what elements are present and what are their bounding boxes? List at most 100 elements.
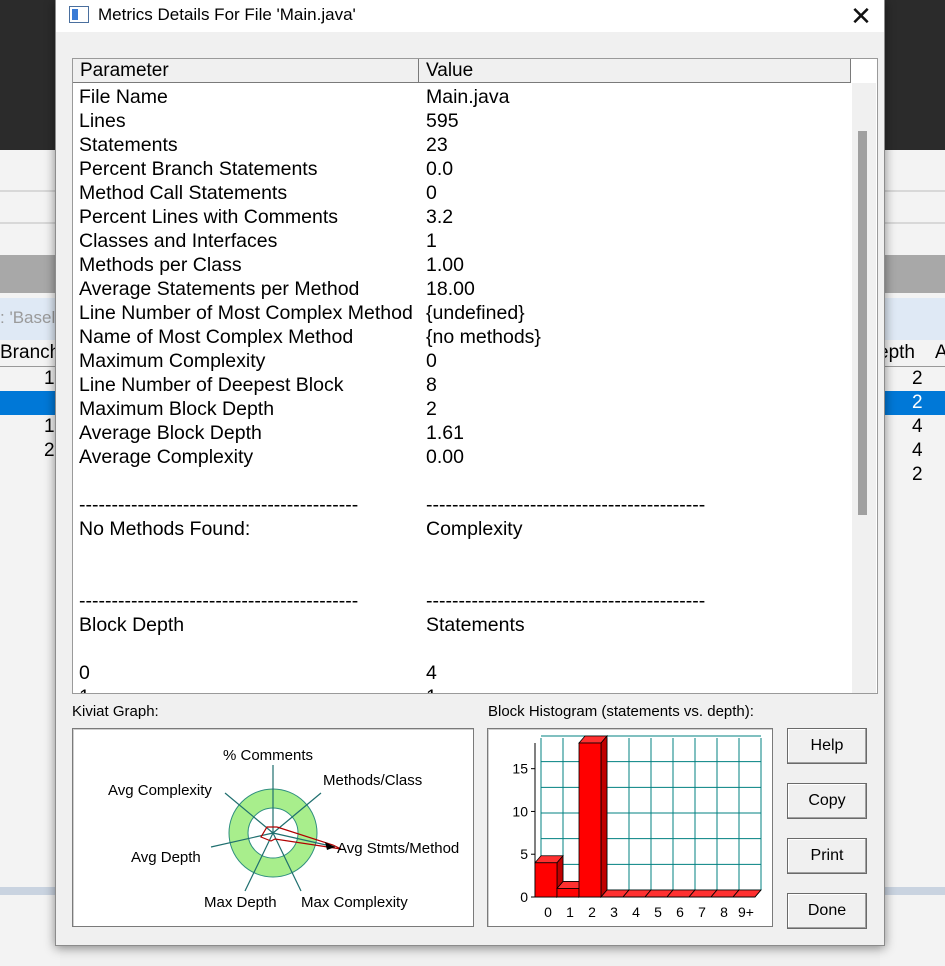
parameter-cell: Maximum Block Depth [79,398,275,420]
x-tick-label: 8 [720,904,728,920]
parameter-cell: Classes and Interfaces [79,230,278,252]
kiviat-label: Kiviat Graph: [72,703,159,720]
value-cell: Main.java [426,86,510,108]
table-row[interactable]: Lines 595 [73,109,853,133]
kiviat-axis-label: % Comments [223,747,313,764]
table-row[interactable]: 04 [73,661,853,685]
y-tick-label: 5 [520,846,528,862]
metrics-table: Parameter Value File Name Main.java Lines 5… [72,58,878,694]
table-row[interactable]: Classes and Interfaces 1 [73,229,853,253]
table-row[interactable]: Name of Most Complex Method {no methods} [73,325,853,349]
done-button[interactable]: Done [787,893,867,929]
value-cell: 0.00 [426,446,464,468]
value-cell: 595 [426,110,459,132]
table-row[interactable] [73,469,853,493]
value-cell: {no methods} [426,326,541,348]
parameter-cell: Methods per Class [79,254,242,276]
table-row[interactable]: ----------------------------------------… [73,493,853,517]
parameter-cell: 1 [79,685,90,693]
value-cell: 1.00 [426,254,464,276]
help-button[interactable]: Help [787,728,867,764]
background-baseline-label: : 'Basel [0,308,56,327]
dialog-titlebar[interactable]: Metrics Details For File 'Main.java' ✕ [56,0,884,32]
x-tick-label: 7 [698,904,706,920]
y-tick-label: 0 [520,889,528,905]
table-row[interactable]: ----------------------------------------… [73,589,853,613]
table-row[interactable]: Average Block Depth 1.61 [73,421,853,445]
parameter-cell: Average Statements per Method [79,278,360,300]
table-row[interactable]: Maximum Block Depth 2 [73,397,853,421]
parameter-cell: Line Number of Deepest Block [79,374,344,396]
kiviat-axis-label: Max Depth [204,894,277,911]
x-tick-label: 3 [610,904,618,920]
background-cell: 2 [912,392,923,413]
x-tick-label: 0 [544,904,552,920]
value-cell: 8 [426,374,437,396]
table-row[interactable]: Methods per Class 1.00 [73,253,853,277]
table-row[interactable]: File Name Main.java [73,85,853,109]
table-row[interactable] [73,541,853,565]
value-cell: 1.61 [426,422,464,444]
parameter-cell: Average Block Depth [79,422,262,444]
kiviat-graph: % Comments Methods/Class Avg Stmts/Metho… [72,728,474,927]
background-col-extra[interactable]: A [935,342,945,364]
parameter-cell: 0 [79,662,90,684]
table-row[interactable]: Percent Lines with Comments 3.2 [73,205,853,229]
value-cell: Complexity [426,518,523,540]
column-header-value[interactable]: Value [419,59,851,83]
window-icon [69,6,89,23]
vertical-scrollbar[interactable] [852,83,876,693]
background-col-branch[interactable]: Branch [0,342,60,364]
value-cell: ----------------------------------------… [426,590,706,612]
value-cell: 0 [426,350,437,372]
value-cell: 4 [426,662,437,684]
parameter-cell: Maximum Complexity [79,350,266,372]
value-cell: 3.2 [426,206,454,228]
parameter-cell: Average Complexity [79,446,254,468]
table-row[interactable]: 11 [73,685,853,693]
value-cell: Statements [426,614,525,636]
block-histogram: 15 10 5 0 0 1 2 3 4 5 6 7 8 9+ [487,728,773,927]
copy-button[interactable]: Copy [787,783,867,819]
histogram-label: Block Histogram (statements vs. depth): [488,703,754,720]
parameter-cell: File Name [79,86,168,108]
print-button[interactable]: Print [787,838,867,874]
table-row[interactable]: Statements 23 [73,133,853,157]
kiviat-svg: % Comments Methods/Class Avg Stmts/Metho… [108,747,459,911]
table-row[interactable]: Maximum Complexity 0 [73,349,853,373]
background-cell: 2 [44,440,55,461]
x-tick-label: 6 [676,904,684,920]
value-cell: 1 [426,230,437,252]
value-cell: 0.0 [426,158,454,180]
table-row[interactable]: Average Complexity 0.00 [73,445,853,469]
parameter-cell: Statements [79,134,178,156]
table-row[interactable]: Method Call Statements 0 [73,181,853,205]
y-tick-label: 15 [512,761,528,777]
table-row[interactable]: Average Statements per Method 18.00 [73,277,853,301]
table-row[interactable]: No Methods Found: Complexity [73,517,853,541]
table-row[interactable] [73,637,853,661]
table-row[interactable]: Percent Branch Statements 0.0 [73,157,853,181]
kiviat-axis-label: Max Complexity [301,894,408,911]
bar-side [600,734,608,899]
table-row[interactable]: Line Number of Most Complex Method {undef… [73,301,853,325]
scrollbar-thumb[interactable] [858,131,867,515]
x-tick-label: 9+ [738,904,754,920]
value-cell: 0 [426,182,437,204]
histogram-bar [556,888,580,898]
parameter-cell: Method Call Statements [79,182,288,204]
x-tick-label: 5 [654,904,662,920]
table-row[interactable] [73,565,853,589]
parameter-cell: Percent Branch Statements [79,158,318,180]
kiviat-axis-label: Avg Stmts/Method [337,840,459,857]
parameter-cell: Percent Lines with Comments [79,206,339,228]
close-button[interactable]: ✕ [838,0,884,32]
column-header-parameter[interactable]: Parameter [73,59,419,83]
x-tick-label: 2 [588,904,596,920]
table-row[interactable]: Block Depth Statements [73,613,853,637]
table-row[interactable]: Line Number of Deepest Block 8 [73,373,853,397]
close-icon: ✕ [850,0,872,31]
background-cell: 2 [912,368,923,389]
y-tick-label: 10 [512,803,528,819]
background-cell: 2 [912,464,923,485]
